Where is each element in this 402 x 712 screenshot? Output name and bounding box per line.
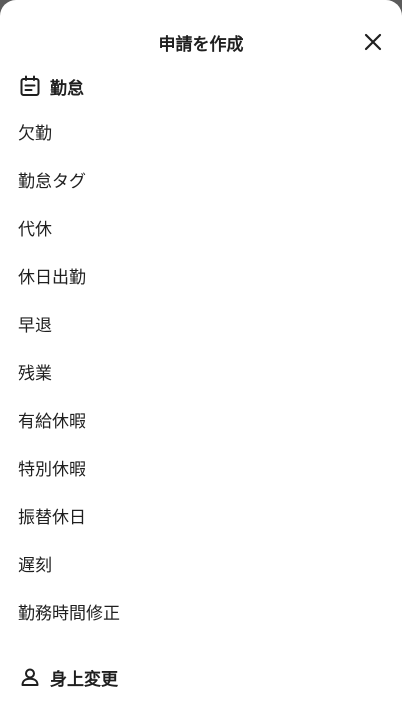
list-item-attendance-tag[interactable]: 勤怠タグ <box>0 155 402 203</box>
attendance-request-list: 欠勤 勤怠タグ 代休 休日出勤 早退 残業 有給休暇 特別休暇 振替休日 遅刻 … <box>0 107 402 635</box>
sheet-header: 申請を作成 <box>0 22 402 62</box>
section-label-personal-change: 身上変更 <box>50 669 118 690</box>
section-header-personal-change: 身上変更 <box>18 663 118 691</box>
list-item-substitute-holiday[interactable]: 振替休日 <box>0 491 402 539</box>
list-item-compensatory-leave[interactable]: 代休 <box>0 203 402 251</box>
list-item-paid-leave[interactable]: 有給休暇 <box>0 395 402 443</box>
person-icon <box>18 665 42 689</box>
close-icon <box>364 33 382 51</box>
list-item-late-arrival[interactable]: 遅刻 <box>0 539 402 587</box>
sheet-title: 申請を作成 <box>158 35 244 55</box>
list-item-early-leave[interactable]: 早退 <box>0 299 402 347</box>
list-item-holiday-work[interactable]: 休日出勤 <box>0 251 402 299</box>
section-header-attendance: 勤怠 <box>18 72 84 100</box>
list-item-special-leave[interactable]: 特別休暇 <box>0 443 402 491</box>
calendar-icon <box>18 74 42 98</box>
list-item-work-time-correction[interactable]: 勤務時間修正 <box>0 587 402 635</box>
bottom-sheet: 申請を作成 勤怠 欠勤 勤怠タグ 代休 休日出勤 早退 残業 有給休暇 特別休暇… <box>0 0 402 712</box>
list-item-absence[interactable]: 欠勤 <box>0 107 402 155</box>
list-item-overtime[interactable]: 残業 <box>0 347 402 395</box>
section-label-attendance: 勤怠 <box>50 78 84 99</box>
close-button[interactable] <box>358 27 388 57</box>
